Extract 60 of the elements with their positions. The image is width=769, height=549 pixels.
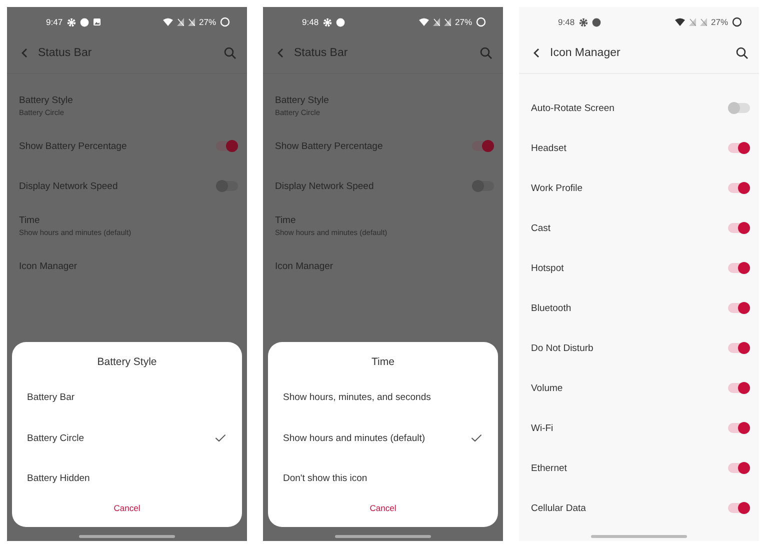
toggle-switch[interactable] — [472, 181, 494, 191]
status-time: 9:48 — [302, 17, 319, 27]
setting-label[interactable]: Volume — [531, 382, 563, 394]
toggle-switch[interactable] — [728, 463, 750, 473]
setting-label[interactable]: Work Profile — [531, 182, 583, 194]
screen-title: Icon Manager — [550, 47, 622, 59]
toggle-switch[interactable] — [728, 263, 750, 273]
gear-icon — [66, 18, 76, 26]
battery-percent: 27% — [198, 17, 216, 27]
option-item[interactable]: Battery Hidden — [12, 458, 242, 499]
dot-icon — [336, 18, 345, 26]
toggle-switch[interactable] — [216, 141, 238, 151]
setting-label[interactable]: Cellular Data — [531, 502, 586, 514]
search-icon[interactable] — [736, 47, 748, 59]
gear-icon — [578, 18, 588, 26]
dot-icon — [592, 18, 601, 26]
option-item[interactable]: Battery Bar — [12, 378, 242, 418]
screen-title: Status Bar — [38, 47, 93, 59]
wifi-icon — [162, 18, 173, 26]
toggle-switch[interactable] — [728, 423, 750, 433]
battery-percent: 27% — [710, 17, 728, 27]
setting-label[interactable]: Auto-Rotate Screen — [531, 102, 614, 114]
setting-label[interactable]: Do Not Disturb — [531, 342, 594, 354]
back-icon[interactable] — [533, 48, 540, 58]
toggle-switch[interactable] — [216, 181, 238, 191]
toggle-switch[interactable] — [728, 183, 750, 193]
option-item[interactable]: Show hours, minutes, and seconds — [268, 378, 498, 418]
status-time: 9:47 — [46, 17, 63, 27]
cancel-button[interactable]: Cancel — [362, 499, 404, 517]
cancel-button[interactable]: Cancel — [106, 499, 148, 517]
setting-label[interactable]: Headset — [531, 142, 566, 154]
toggle-switch[interactable] — [728, 103, 750, 113]
battery-percent: 27% — [454, 17, 472, 27]
setting-label[interactable]: Ethernet — [531, 462, 567, 474]
setting-label[interactable]: Hotspot — [531, 262, 564, 274]
toggle-switch[interactable] — [728, 143, 750, 153]
battery-ring-icon — [476, 17, 486, 27]
setting-label[interactable]: Wi-Fi — [531, 422, 554, 434]
status-time: 9:48 — [558, 17, 575, 27]
gear-icon — [322, 18, 332, 26]
screen-title: Status Bar — [294, 47, 349, 59]
toggle-switch[interactable] — [728, 383, 750, 393]
option-item[interactable]: Show hours and minutes (default) — [268, 418, 498, 458]
wifi-icon — [674, 18, 685, 26]
dot-icon — [80, 18, 89, 26]
toggle-switch[interactable] — [472, 141, 494, 151]
toggle-switch[interactable] — [728, 303, 750, 313]
image-icon — [92, 18, 101, 26]
setting-label[interactable]: Cast — [531, 222, 551, 234]
toggle-switch[interactable] — [728, 503, 750, 513]
toggle-switch[interactable] — [728, 343, 750, 353]
toggle-switch[interactable] — [728, 223, 750, 233]
dialog-title: Time — [370, 356, 396, 368]
setting-label[interactable]: Bluetooth — [531, 302, 572, 314]
option-item[interactable]: Battery Circle — [12, 418, 242, 458]
dialog-title: Battery Style — [96, 356, 158, 368]
battery-ring-icon — [220, 17, 230, 27]
option-item[interactable]: Don't show this icon — [268, 458, 498, 499]
battery-ring-icon — [732, 17, 742, 27]
wifi-icon — [418, 18, 429, 26]
